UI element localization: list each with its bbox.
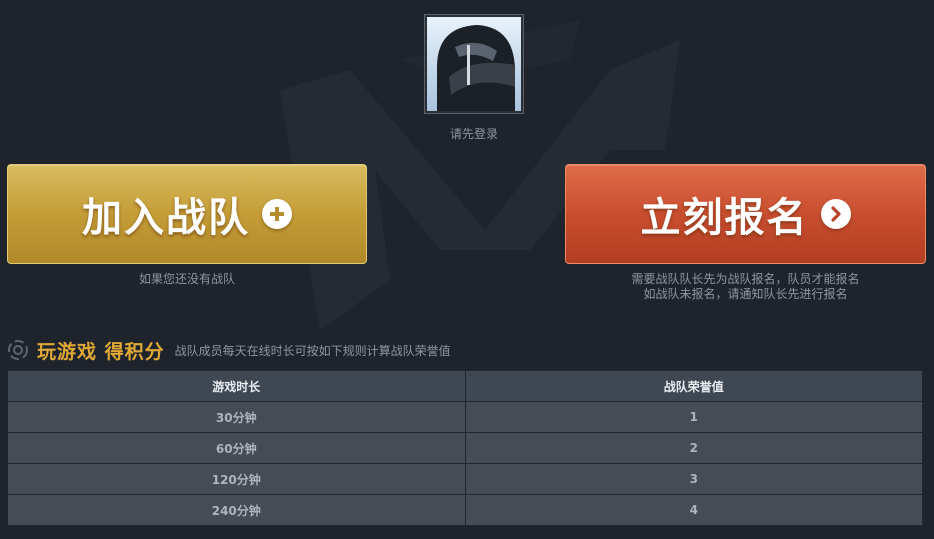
avatar-frame[interactable] (424, 14, 524, 114)
table-header-row: 游戏时长 战队荣誉值 (7, 370, 923, 402)
sign-up-note: 需要战队队长先为战队报名，队员才能报名 如战队未报名，请通知队长先进行报名 (565, 272, 926, 302)
play-time-cell: 120分钟 (7, 463, 466, 495)
column-header-honor-value: 战队荣誉值 (464, 370, 923, 402)
honor-value-cell: 4 (464, 494, 923, 526)
table-row: 240分钟 4 (7, 494, 923, 526)
column-header-play-time: 游戏时长 (7, 370, 466, 402)
section-header: 玩游戏 得积分 战队成员每天在线时长可按如下规则计算战队荣誉值 (7, 338, 451, 363)
plus-circle-icon (262, 199, 292, 229)
join-team-label: 加入战队 (82, 195, 250, 241)
honor-value-cell: 1 (464, 401, 923, 433)
table-row: 30分钟 1 (7, 401, 923, 433)
section-title: 玩游戏 得积分 (37, 340, 165, 363)
sign-up-label: 立刻报名 (640, 195, 809, 241)
honor-score-table: 游戏时长 战队荣誉值 30分钟 1 60分钟 2 120分钟 3 240分钟 4 (7, 370, 923, 526)
table-row: 60分钟 2 (7, 432, 923, 464)
sign-up-button[interactable]: 立刻报名 (565, 164, 926, 264)
join-team-button[interactable]: 加入战队 (7, 164, 367, 264)
sign-up-note-line-1: 需要战队队长先为战队报名，队员才能报名 (631, 272, 860, 286)
avatar (427, 17, 521, 111)
sign-up-note-line-2: 如战队未报名，请通知队长先进行报名 (643, 287, 848, 301)
honor-value-cell: 2 (464, 432, 923, 464)
section-description: 战队成员每天在线时长可按如下规则计算战队荣誉值 (174, 343, 451, 358)
play-time-cell: 240分钟 (7, 494, 466, 526)
table-row: 120分钟 3 (7, 463, 923, 495)
play-time-cell: 60分钟 (7, 432, 466, 464)
join-team-note: 如果您还没有战队 (138, 272, 235, 286)
target-icon (8, 340, 28, 360)
play-time-cell: 30分钟 (7, 401, 466, 433)
chevron-right-circle-icon (820, 199, 851, 229)
honor-value-cell: 3 (464, 463, 923, 495)
login-hint[interactable]: 请先登录 (424, 125, 524, 142)
